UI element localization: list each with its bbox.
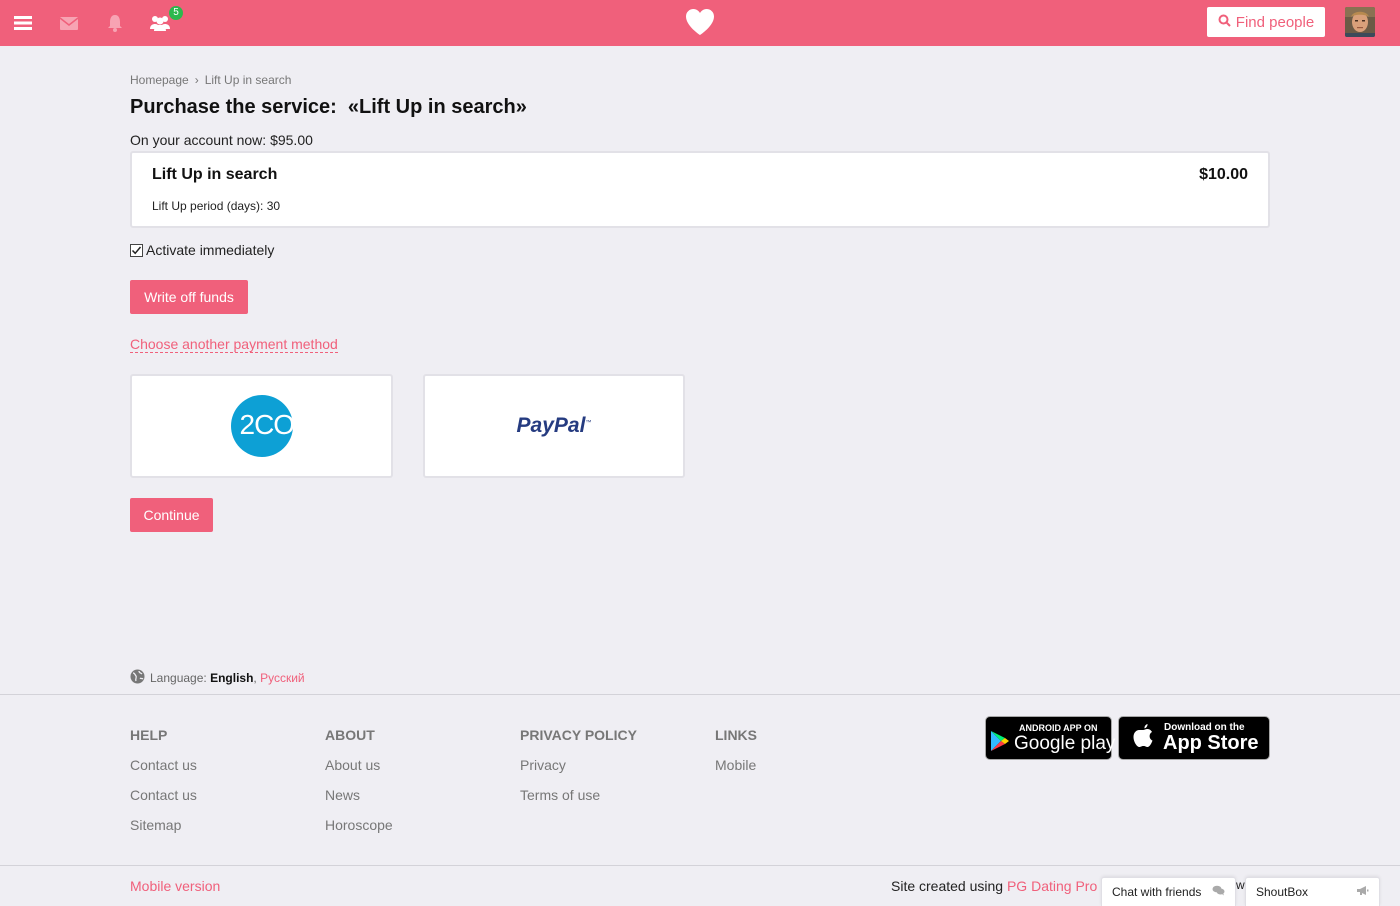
menu-icon[interactable] (12, 12, 34, 34)
obscured-text: w (1236, 878, 1245, 892)
activate-immediately-label: Activate immediately (146, 242, 275, 258)
footer-divider-top (0, 694, 1400, 695)
user-avatar[interactable] (1345, 7, 1375, 37)
globe-icon (130, 669, 145, 687)
footer-column-privacy: PRIVACY POLICY Privacy Terms of use (520, 727, 637, 817)
service-price: $10.00 (1199, 166, 1248, 183)
footer-link-contact-us[interactable]: Contact us (130, 757, 197, 787)
megaphone-icon (1356, 885, 1369, 899)
breadcrumb-current: Lift Up in search (204, 73, 292, 87)
google-play-icon (990, 730, 1010, 757)
footer-heading-help: HELP (130, 727, 168, 743)
find-people-label: Find people (1235, 13, 1315, 31)
breadcrumb-home-link[interactable]: Homepage (130, 73, 189, 87)
mobile-version-link[interactable]: Mobile version (130, 878, 220, 894)
activate-immediately-row: Activate immediately (130, 242, 274, 258)
footer-link-contact-us-2[interactable]: Contact us (130, 787, 197, 817)
top-navbar: 5 Find people (0, 0, 1400, 46)
footer-divider-bottom (0, 865, 1400, 866)
google-play-small: ANDROID APP ON (1019, 722, 1098, 733)
language-switcher: Language: English, Русский (130, 669, 305, 687)
account-balance: On your account now: $95.00 (130, 132, 313, 148)
shoutbox-tab-label: ShoutBox (1256, 885, 1309, 899)
activate-immediately-checkbox[interactable] (130, 243, 143, 257)
find-people-button[interactable]: Find people (1207, 7, 1325, 37)
2co-logo: 2CO (230, 395, 296, 457)
write-off-funds-button[interactable]: Write off funds (130, 280, 248, 314)
footer-column-links: LINKS Mobile (715, 727, 757, 787)
chat-tab-label: Chat with friends (1112, 885, 1202, 899)
apple-icon (1131, 722, 1155, 755)
site-created-label: Site created using (891, 878, 1004, 894)
notification-badge: 5 (169, 6, 183, 20)
chat-with-friends-tab[interactable]: Chat with friends (1101, 877, 1236, 906)
footer-link-terms[interactable]: Terms of use (520, 787, 637, 817)
friends-icon[interactable] (149, 12, 171, 34)
paypal-logo: PayPal™ (517, 414, 592, 438)
footer-link-about-us[interactable]: About us (325, 757, 393, 787)
footer-link-sitemap[interactable]: Sitemap (130, 817, 197, 847)
footer-link-horoscope[interactable]: Horoscope (325, 817, 393, 847)
page-title: Purchase the service: «Lift Up in search… (130, 96, 527, 118)
search-icon (1218, 14, 1231, 31)
mail-icon[interactable] (58, 12, 80, 34)
app-store-big: App Store (1163, 731, 1259, 754)
checkmark-icon (131, 246, 142, 254)
paypal-trademark: ™ (585, 420, 592, 426)
app-store-badge[interactable]: Download on the App Store (1118, 716, 1270, 760)
language-current: English (210, 671, 254, 685)
service-summary-box: Lift Up in search $10.00 Lift Up period … (130, 151, 1270, 228)
paypal-logo-text: PayPal (516, 414, 586, 437)
footer-link-news[interactable]: News (325, 787, 393, 817)
breadcrumb: Homepage › Lift Up in search (130, 73, 291, 87)
shoutbox-tab[interactable]: ShoutBox (1245, 877, 1380, 906)
language-separator: , (253, 671, 257, 685)
choose-another-payment-link[interactable]: Choose another payment method (130, 336, 338, 353)
pg-dating-pro-link[interactable]: PG Dating Pro (1007, 878, 1097, 894)
footer-heading-privacy: PRIVACY POLICY (520, 727, 637, 743)
google-play-badge[interactable]: ANDROID APP ON Google play (985, 716, 1116, 760)
footer-link-privacy[interactable]: Privacy (520, 757, 637, 787)
site-created-text: Site created using PG Dating Pro (891, 878, 1097, 894)
service-name: Lift Up in search (152, 166, 278, 183)
heart-logo-icon[interactable] (684, 7, 716, 37)
language-russian-link[interactable]: Русский (260, 671, 305, 685)
footer-column-about: ABOUT About us News Horoscope (325, 727, 393, 847)
continue-button[interactable]: Continue (130, 498, 213, 532)
payment-option-paypal[interactable]: PayPal™ (423, 374, 685, 478)
google-play-big: Google play (1014, 732, 1116, 754)
footer-heading-about: ABOUT (325, 727, 375, 743)
chat-bubble-icon (1212, 885, 1225, 899)
2co-logo-text: 2CO (239, 409, 296, 440)
payment-option-2co[interactable]: 2CO (130, 374, 393, 478)
footer-link-mobile[interactable]: Mobile (715, 757, 757, 787)
bell-icon[interactable] (104, 12, 126, 34)
footer-heading-links: LINKS (715, 727, 757, 743)
breadcrumb-separator: › (194, 73, 199, 87)
service-period: Lift Up period (days): 30 (152, 199, 281, 213)
app-store-small: Download on the (1164, 721, 1245, 733)
footer-column-help: HELP Contact us Contact us Sitemap (130, 727, 197, 847)
language-label: Language: (150, 671, 207, 685)
